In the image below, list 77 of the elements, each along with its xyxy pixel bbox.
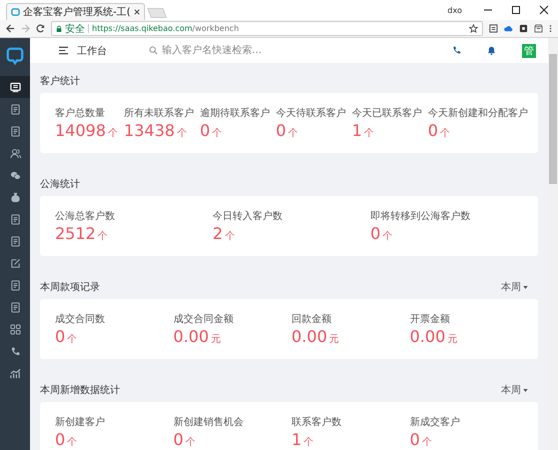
edit-document-icon <box>10 236 20 246</box>
stat-value: 0 个 <box>55 430 78 449</box>
stat-label: 公海总客户数 <box>55 210 116 223</box>
stat-label: 成交合同数 <box>55 312 106 326</box>
file-icon <box>10 214 20 224</box>
caret-icon <box>523 388 528 392</box>
page-title: 工作台 <box>77 44 107 58</box>
stat-label: 逾期待联系客户 <box>200 106 270 120</box>
chat-bubble-logo-icon <box>6 47 24 65</box>
stat-value: 0.00 元 <box>410 327 458 346</box>
stat-value: 0 个 <box>276 121 300 140</box>
stat-value: 13438 个 <box>124 121 188 140</box>
stat-value: 0 个 <box>173 430 196 449</box>
maximize-icon[interactable] <box>511 5 521 15</box>
clipboard-icon <box>10 280 20 290</box>
chat-bubble-icon <box>11 8 20 16</box>
stat-value: 0.00 元 <box>173 327 222 346</box>
pencil-icon <box>10 258 20 268</box>
browser-tab[interactable]: 企客宝客户管理系统-工( <box>6 3 145 20</box>
star-icon[interactable] <box>469 24 478 33</box>
stat-value: 0 个 <box>55 327 78 346</box>
reload-icon[interactable] <box>36 24 45 33</box>
search-icon <box>149 46 158 55</box>
stat-label: 开票金额 <box>410 312 451 326</box>
stat-label: 即将转移到公海客户数 <box>370 210 472 223</box>
stat-label: 联系客户数 <box>292 416 342 429</box>
menu-icon[interactable] <box>58 46 69 55</box>
scrollbar[interactable] <box>548 38 558 450</box>
stat-label: 新成交客户 <box>410 416 461 429</box>
section-title: 本周新增数据统计 <box>40 384 120 397</box>
phone-icon <box>10 346 20 356</box>
stat-label: 今天新创建和分配客户 <box>428 106 528 120</box>
stat-label: 新创建销售机会 <box>173 416 244 429</box>
caret-icon <box>523 286 528 288</box>
more-icon[interactable] <box>549 24 552 33</box>
stat-label: 回款金额 <box>292 312 332 326</box>
section-title: 客户统计 <box>40 74 80 88</box>
extension-icon[interactable] <box>519 24 528 33</box>
stat-value: 0 个 <box>410 430 433 449</box>
stat-value: 0 个 <box>200 121 224 140</box>
stat-label: 今天待联系客户 <box>276 106 346 120</box>
bell-icon[interactable] <box>487 46 496 55</box>
profile-name[interactable]: dxo <box>448 6 462 14</box>
document-icon <box>10 104 20 114</box>
users-icon <box>10 148 20 158</box>
stat-value: 1 个 <box>292 430 315 449</box>
address-bar[interactable]: 安全 https://saas.qikebao.com/workbench <box>51 21 483 36</box>
back-icon[interactable] <box>6 24 15 33</box>
stat-value: 0 个 <box>428 121 452 140</box>
grid-icon <box>10 324 20 334</box>
sidebar-item[interactable] <box>0 76 30 98</box>
section-title: 公海统计 <box>40 178 80 191</box>
stat-value: 14098 个 <box>55 121 118 140</box>
stat-value: 2 个 <box>212 224 236 243</box>
stat-label: 今日转入客户数 <box>212 210 284 223</box>
cloud-icon[interactable] <box>504 24 513 33</box>
stat-label: 今天已联系客户 <box>352 106 422 120</box>
close-icon[interactable] <box>134 9 140 15</box>
monitor-icon <box>10 82 20 92</box>
phone-icon[interactable] <box>452 46 461 55</box>
period-dropdown[interactable]: 本周 <box>501 383 528 397</box>
period-dropdown[interactable]: 本周 <box>501 280 528 294</box>
stat-label: 新创建客户 <box>55 416 106 429</box>
stat-value: 0 个 <box>370 224 394 243</box>
chart-icon <box>10 368 20 378</box>
stat-value: 2512 个 <box>55 224 109 243</box>
chat-icon <box>10 170 20 180</box>
section-title: 本周款项记录 <box>40 280 100 294</box>
lock-icon <box>56 24 62 32</box>
stat-label: 客户总数量 <box>55 106 106 120</box>
stat-label: 成交合同金额 <box>173 312 234 326</box>
stat-value: 0.00 元 <box>292 327 340 346</box>
extension-icon[interactable] <box>489 24 498 33</box>
close-icon[interactable] <box>539 5 549 15</box>
stat-label: 所有未联系客户 <box>124 106 194 120</box>
stat-value: 1 个 <box>352 121 376 140</box>
money-bag-icon <box>10 192 20 202</box>
